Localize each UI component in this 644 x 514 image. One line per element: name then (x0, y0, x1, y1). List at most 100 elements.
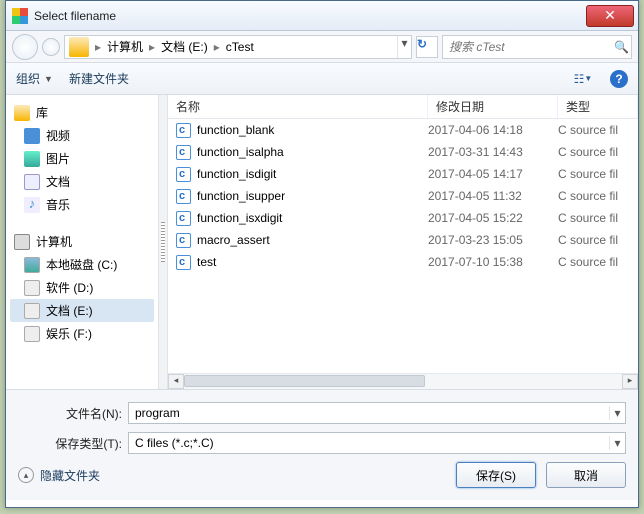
file-type: C source fil (558, 211, 638, 225)
file-row[interactable]: function_isxdigit2017-04-05 15:22C sourc… (168, 207, 638, 229)
c-file-icon (176, 123, 191, 138)
chevron-down-icon[interactable]: ▾ (609, 436, 625, 450)
file-date: 2017-07-10 15:38 (428, 255, 558, 269)
sidebar: 库 视频 图片 文档 ♪音乐 计算机 本地磁盘 (C:) 软件 (D:) 文档 … (6, 95, 158, 389)
sidebar-computer[interactable]: 计算机 (10, 230, 154, 253)
file-list-body: function_blank2017-04-06 14:18C source f… (168, 119, 638, 373)
file-type: C source fil (558, 233, 638, 247)
new-folder-label: 新建文件夹 (69, 70, 129, 87)
file-type: C source fil (558, 189, 638, 203)
column-name[interactable]: 名称 (168, 95, 428, 118)
breadcrumb-folder[interactable]: cTest (222, 36, 258, 58)
search-icon[interactable]: 🔍 (612, 40, 631, 54)
search-box[interactable]: 🔍 (442, 35, 632, 59)
refresh-button[interactable]: ↻ (416, 36, 438, 58)
file-row[interactable]: function_isupper 2017-04-05 11:32C source… (168, 185, 638, 207)
scroll-thumb[interactable] (184, 375, 425, 387)
sidebar-libraries[interactable]: 库 (10, 101, 154, 124)
folder-icon (69, 37, 89, 57)
file-type: C source fil (558, 145, 638, 159)
file-date: 2017-04-06 14:18 (428, 123, 558, 137)
c-file-icon (176, 189, 191, 204)
scroll-track[interactable] (184, 374, 622, 389)
window-title: Select filename (34, 9, 582, 23)
file-row[interactable]: function_blank 2017-04-06 14:18C source f… (168, 119, 638, 141)
breadcrumb[interactable]: ▸ 计算机 ▸ 文档 (E:) ▸ cTest ▾ (64, 35, 412, 59)
breadcrumb-dropdown[interactable]: ▾ (397, 36, 411, 58)
sidebar-drive-d[interactable]: 软件 (D:) (10, 276, 154, 299)
app-icon (12, 8, 28, 24)
grip-icon (161, 222, 165, 262)
filetype-input[interactable] (129, 436, 609, 450)
save-button[interactable]: 保存(S) (456, 462, 536, 488)
file-type: C source fil (558, 123, 638, 137)
splitter[interactable] (158, 95, 168, 389)
sidebar-documents[interactable]: 文档 (10, 170, 154, 193)
column-type[interactable]: 类型 (558, 95, 638, 118)
file-row[interactable]: macro_assert 2017-03-23 15:05C source fil (168, 229, 638, 251)
scroll-right-button[interactable]: ▸ (622, 374, 638, 389)
file-name: function_isalpha (197, 145, 284, 159)
help-button[interactable]: ? (610, 70, 628, 88)
sidebar-drive-f[interactable]: 娱乐 (F:) (10, 322, 154, 345)
file-type: C source fil (558, 255, 638, 269)
document-icon (24, 174, 40, 190)
c-file-icon (176, 233, 191, 248)
picture-icon (24, 151, 40, 167)
computer-icon (14, 234, 30, 250)
titlebar[interactable]: Select filename ✕ (6, 1, 638, 31)
drive-icon (24, 257, 40, 273)
file-row[interactable]: function_isalpha2017-03-31 14:43C source… (168, 141, 638, 163)
file-list-header: 名称 修改日期 类型 (168, 95, 638, 119)
organize-label: 组织 (16, 70, 40, 87)
library-icon (14, 105, 30, 121)
horizontal-scrollbar[interactable]: ◂ ▸ (168, 373, 638, 389)
file-row[interactable]: test2017-07-10 15:38C source fil (168, 251, 638, 273)
file-date: 2017-04-05 11:32 (428, 189, 558, 203)
sidebar-pictures[interactable]: 图片 (10, 147, 154, 170)
filename-input[interactable] (129, 406, 609, 420)
video-icon (24, 128, 40, 144)
column-date[interactable]: 修改日期 (428, 95, 558, 118)
chevron-down-icon[interactable]: ▾ (609, 406, 625, 420)
forward-button[interactable] (42, 38, 60, 56)
file-list: 名称 修改日期 类型 function_blank 2017-04-06 14:1… (168, 95, 638, 389)
collapse-icon: ▴ (18, 467, 34, 483)
sidebar-videos[interactable]: 视频 (10, 124, 154, 147)
close-button[interactable]: ✕ (586, 5, 634, 27)
file-type: C source fil (558, 167, 638, 181)
organize-menu[interactable]: 组织 ▼ (16, 70, 53, 87)
file-name: function_isupper (197, 189, 285, 203)
file-date: 2017-04-05 15:22 (428, 211, 558, 225)
bottom-panel: 文件名(N): ▾ 保存类型(T): ▾ ▴ 隐藏文件夹 保存(S) 取消 (6, 389, 638, 500)
search-input[interactable] (443, 40, 612, 54)
nav-row: ▸ 计算机 ▸ 文档 (E:) ▸ cTest ▾ ↻ 🔍 (6, 31, 638, 63)
view-menu[interactable]: ☷ ▼ (572, 68, 594, 90)
file-name: function_blank (197, 123, 274, 137)
file-name: function_isdigit (197, 167, 276, 181)
breadcrumb-drive[interactable]: 文档 (E:) (157, 36, 212, 58)
toolbar: 组织 ▼ 新建文件夹 ☷ ▼ ? (6, 63, 638, 95)
back-button[interactable] (12, 34, 38, 60)
breadcrumb-computer[interactable]: 计算机 (103, 36, 147, 58)
c-file-icon (176, 145, 191, 160)
filename-field[interactable]: ▾ (128, 402, 626, 424)
new-folder-button[interactable]: 新建文件夹 (69, 70, 129, 87)
sidebar-drive-e[interactable]: 文档 (E:) (10, 299, 154, 322)
hide-folders-toggle[interactable]: ▴ 隐藏文件夹 (18, 467, 100, 484)
file-date: 2017-03-23 15:05 (428, 233, 558, 247)
cancel-button[interactable]: 取消 (546, 462, 626, 488)
c-file-icon (176, 211, 191, 226)
file-name: macro_assert (197, 233, 270, 247)
sidebar-music[interactable]: ♪音乐 (10, 193, 154, 216)
chevron-down-icon: ▼ (44, 74, 53, 84)
drive-icon (24, 280, 40, 296)
drive-icon (24, 303, 40, 319)
chevron-right-icon: ▸ (93, 40, 103, 54)
sidebar-drive-c[interactable]: 本地磁盘 (C:) (10, 253, 154, 276)
hide-folders-label: 隐藏文件夹 (40, 467, 100, 484)
file-row[interactable]: function_isdigit2017-04-05 14:17C source… (168, 163, 638, 185)
c-file-icon (176, 167, 191, 182)
scroll-left-button[interactable]: ◂ (168, 374, 184, 389)
filetype-field[interactable]: ▾ (128, 432, 626, 454)
